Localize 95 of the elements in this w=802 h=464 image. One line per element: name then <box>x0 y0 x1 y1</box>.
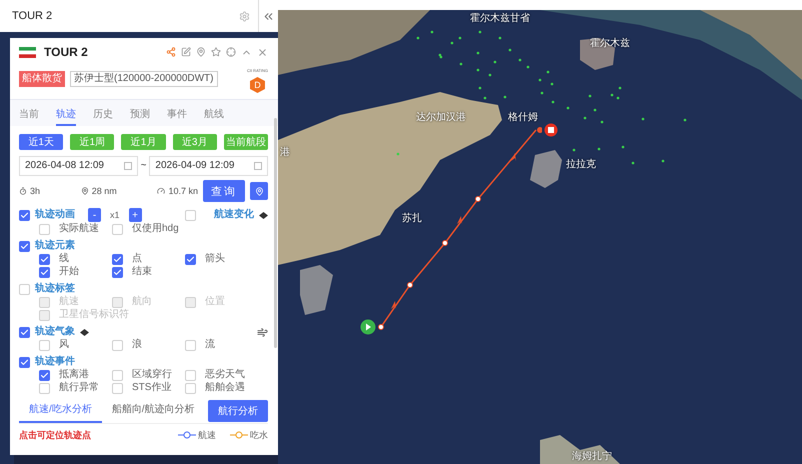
vessel-type: 苏伊士型(120000-200000DWT) <box>70 71 218 87</box>
option-label: 恶劣天气 <box>205 369 245 381</box>
option-label: 航行异常 <box>59 382 99 394</box>
section-title: 轨迹标签 <box>35 283 75 295</box>
option-label: 抵离港 <box>59 369 89 381</box>
checkbox[interactable] <box>112 254 123 264</box>
diamond-icon <box>259 212 268 218</box>
range-button[interactable]: 近3月 <box>172 134 217 150</box>
place-label: 拉拉克 <box>566 159 596 171</box>
checkbox[interactable] <box>19 326 30 338</box>
timer-icon <box>19 187 27 195</box>
pins-toggle-icon[interactable] <box>250 182 268 200</box>
option-label: 箭头 <box>205 253 225 265</box>
wind-icon[interactable] <box>257 326 268 338</box>
option-label: 浪 <box>132 339 142 351</box>
query-button[interactable]: 查询 <box>203 180 245 202</box>
checkbox[interactable] <box>19 240 30 252</box>
checkbox[interactable] <box>19 356 30 368</box>
option-label: 开始 <box>59 266 79 278</box>
section-title: 轨迹元素 <box>35 240 75 252</box>
place-label: 霍尔木兹 <box>590 38 630 50</box>
distance-stat: 28 nm <box>92 185 117 197</box>
tab[interactable]: 预测 <box>130 106 150 126</box>
range-button[interactable]: 当前航段 <box>224 134 268 150</box>
option-label: 仅使用hdg <box>132 223 179 235</box>
option-label: 点 <box>132 253 142 265</box>
checkbox[interactable] <box>112 266 123 278</box>
start-marker-icon <box>360 319 376 335</box>
option-label: 结束 <box>132 266 152 278</box>
vessel-name: TOUR 2 <box>44 46 88 58</box>
duration-stat: 3h <box>30 185 40 197</box>
range-button[interactable]: 近1天 <box>19 134 64 150</box>
gauge-icon <box>157 187 166 195</box>
tab[interactable]: 当前 <box>19 106 39 126</box>
option-label: 线 <box>59 253 69 265</box>
option-label: 位置 <box>205 296 225 308</box>
range-button[interactable]: 近1月 <box>121 134 166 150</box>
analysis-button[interactable]: 航行分析 <box>208 400 268 422</box>
place-label: 格什姆 <box>508 112 538 124</box>
status-tag: 船体散货 <box>19 71 65 87</box>
section-title: 轨迹动画 <box>35 209 75 221</box>
section-title: 航速变化 <box>214 209 254 221</box>
edit-icon[interactable] <box>181 47 191 57</box>
option-label: 实际航速 <box>59 223 99 235</box>
end-marker-icon <box>544 123 558 137</box>
hint-text: 点击可定位轨迹点 <box>19 429 91 441</box>
start-date-field[interactable]: 2026-04-08 12:09 <box>19 156 138 176</box>
crosshair-icon[interactable] <box>226 47 236 57</box>
close-icon[interactable] <box>257 46 268 58</box>
checkbox[interactable] <box>39 370 50 380</box>
legend-item: 吃水 <box>230 429 268 441</box>
pin-icon[interactable] <box>196 47 206 57</box>
faster-button[interactable]: + <box>128 208 142 222</box>
tab[interactable]: 事件 <box>167 106 187 126</box>
section-title: 轨迹事件 <box>35 356 75 368</box>
settings-icon[interactable] <box>239 10 250 22</box>
analysis-tab[interactable]: 船艏向/航迹向分析 <box>102 399 205 423</box>
checkbox[interactable] <box>185 254 196 264</box>
calendar-icon <box>124 162 132 170</box>
tab[interactable]: 轨迹 <box>56 106 76 126</box>
place-label: 达尔加汉港 <box>416 112 466 124</box>
calendar-icon <box>254 162 262 170</box>
option-label: 区域穿行 <box>132 369 172 381</box>
option-label: 船舶会遇 <box>205 382 245 394</box>
speed-stat: 10.7 kn <box>168 185 198 197</box>
option-label: 航向 <box>132 296 152 308</box>
option-label: 风 <box>59 339 69 351</box>
tab[interactable]: 航线 <box>204 106 224 126</box>
place-label: 海姆扎宁 <box>572 451 612 463</box>
option-label: 卫星信号标识符 <box>59 309 129 321</box>
date-separator: ~ <box>140 160 146 172</box>
range-button[interactable]: 近1周 <box>70 134 114 150</box>
tab[interactable]: 历史 <box>93 106 113 126</box>
option-label: 航速 <box>59 296 79 308</box>
option-label: STS作业 <box>132 382 172 394</box>
end-date-field[interactable]: 2026-04-09 12:09 <box>149 156 268 176</box>
island <box>530 150 562 188</box>
rating-badge: D <box>250 77 265 93</box>
star-icon[interactable] <box>211 47 221 57</box>
slower-button[interactable]: - <box>88 208 101 222</box>
place-label: 苏扎 <box>402 213 422 225</box>
checkbox[interactable] <box>39 254 50 264</box>
pin-icon <box>80 187 89 195</box>
place-label: 霍尔木兹甘省 <box>470 13 530 25</box>
legend-item: 航速 <box>178 429 216 441</box>
share-icon[interactable] <box>166 47 176 57</box>
section-title: 轨迹气象 <box>35 326 75 338</box>
analysis-tab[interactable]: 航速/吃水分析 <box>19 399 102 423</box>
diamond-icon <box>80 328 89 336</box>
checkbox[interactable] <box>39 266 50 278</box>
flag-icon <box>19 46 36 58</box>
checkbox[interactable] <box>19 210 30 220</box>
speed-value: x1 <box>110 209 120 221</box>
option-label: 流 <box>205 339 215 351</box>
place-label: 港 <box>280 147 290 159</box>
